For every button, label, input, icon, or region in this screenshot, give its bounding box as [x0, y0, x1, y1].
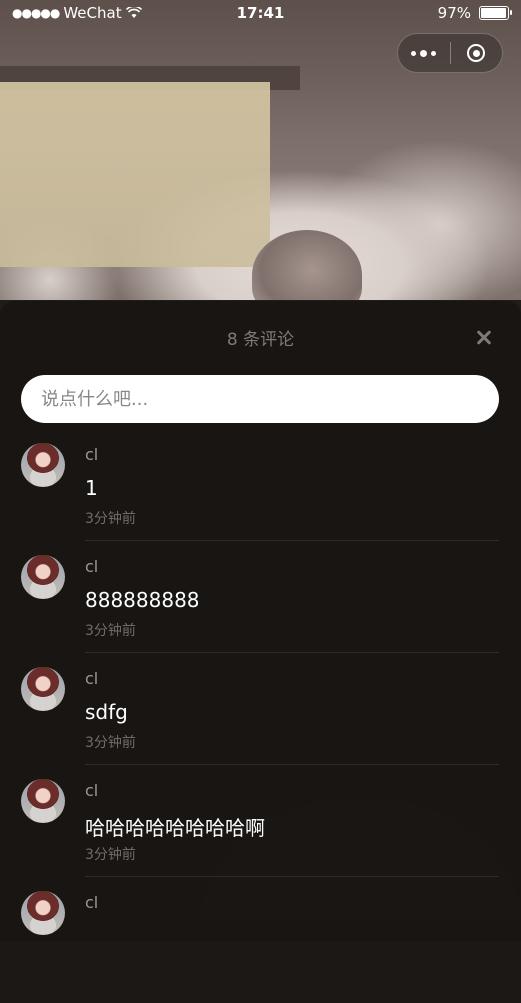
comment-count-title: 8 条评论	[226, 330, 295, 350]
battery-percent: 97%	[437, 4, 471, 22]
avatar[interactable]	[21, 891, 65, 935]
battery-icon	[479, 6, 512, 20]
comment-input[interactable]	[21, 375, 499, 423]
avatar[interactable]	[21, 779, 65, 823]
comment-item: cl 1 3分钟前	[0, 443, 521, 555]
comment-text: 哈哈哈哈哈哈哈哈啊	[85, 816, 265, 840]
photo-paper-area	[0, 82, 270, 267]
battery-fill	[481, 8, 507, 18]
avatar[interactable]	[21, 555, 65, 599]
comment-time: 3分钟前	[85, 735, 136, 751]
divider	[85, 764, 499, 765]
divider	[85, 652, 499, 653]
comment-time: 3分钟前	[85, 623, 136, 639]
comment-item: cl 哈哈哈哈哈哈哈哈啊 3分钟前	[0, 779, 521, 891]
comment-username: cl	[85, 669, 99, 688]
avatar[interactable]	[21, 443, 65, 487]
comment-text: 1	[85, 476, 98, 500]
target-ring-icon[interactable]	[450, 34, 502, 72]
comment-text: sdfg	[85, 700, 128, 724]
status-bar: ●●●●● WeChat 17:41 97%	[0, 0, 521, 28]
close-icon[interactable]	[468, 321, 500, 353]
avatar[interactable]	[21, 667, 65, 711]
divider	[85, 876, 499, 877]
comment-item: cl 888888888 3分钟前	[0, 555, 521, 667]
divider	[85, 540, 499, 541]
comment-username: cl	[85, 557, 99, 576]
comment-username: cl	[85, 445, 99, 464]
comment-time: 3分钟前	[85, 847, 136, 863]
battery-group: 97%	[437, 4, 512, 22]
comment-username: cl	[85, 893, 99, 912]
comments-panel: 8 条评论 cl 1 3分钟前 cl 888888888 3分钟前 cl sdf…	[0, 301, 521, 941]
comment-text: 888888888	[85, 588, 200, 612]
mini-program-capsule	[397, 33, 503, 73]
comment-time: 3分钟前	[85, 511, 136, 527]
comment-item: cl sdfg 3分钟前	[0, 667, 521, 779]
comment-item: cl	[0, 891, 521, 1003]
more-dots-icon[interactable]	[398, 34, 450, 72]
comment-username: cl	[85, 781, 99, 800]
